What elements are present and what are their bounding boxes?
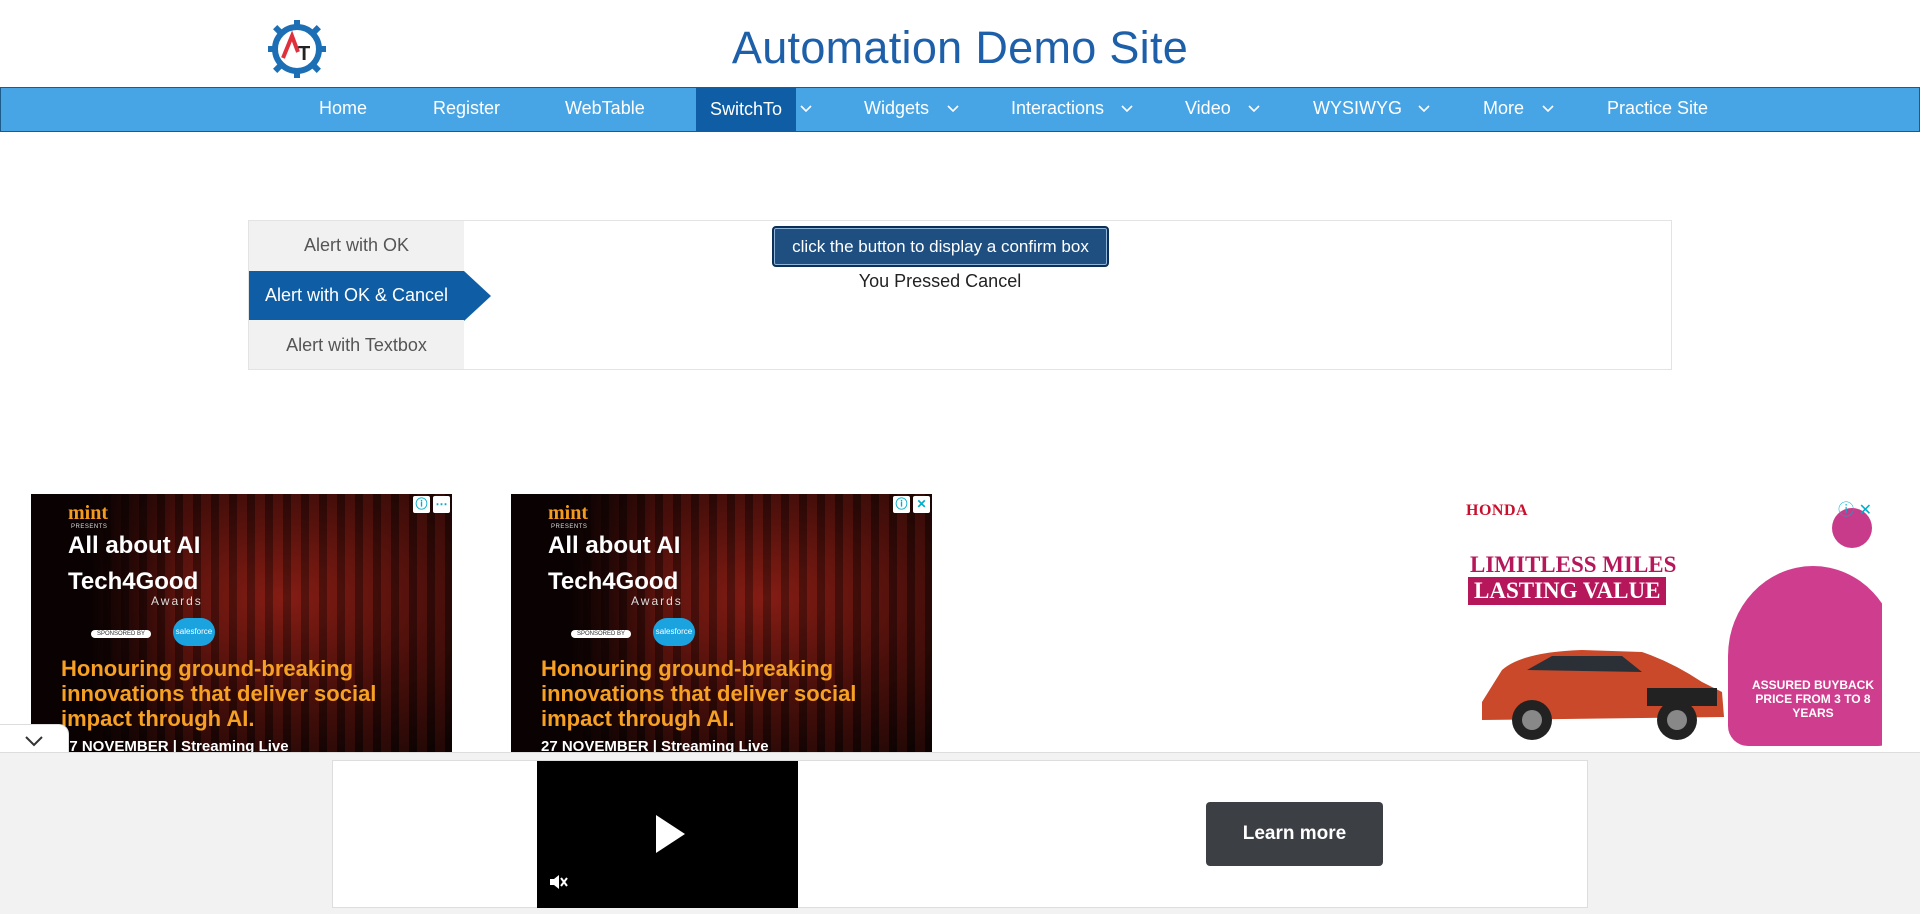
- ad-close-icon[interactable]: ⓘ ✕: [1838, 496, 1872, 520]
- honda-logo: HONDA: [1466, 502, 1529, 519]
- ad-sponsored: SPONSORED BY: [91, 630, 152, 638]
- nav-home[interactable]: Home: [305, 87, 381, 130]
- mint-presents: PRESENTS: [71, 524, 108, 530]
- muted-speaker-icon[interactable]: [548, 872, 568, 892]
- honda-line1: LIMITLESS MILES: [1470, 552, 1677, 578]
- mint-logo: mint: [68, 502, 108, 524]
- mint-ad-2[interactable]: mint PRESENTS All about AI Tech4Good Awa…: [511, 494, 932, 754]
- nav-interactions[interactable]: Interactions: [997, 87, 1118, 130]
- switchto-chevron-down-icon[interactable]: [799, 102, 813, 116]
- confirm-box-button[interactable]: click the button to display a confirm bo…: [772, 226, 1109, 267]
- ad-awards: Awards: [631, 594, 683, 608]
- ad-line1: All about AI: [68, 532, 201, 559]
- learn-more-button[interactable]: Learn more: [1206, 802, 1383, 866]
- ad-line2: Tech4Good: [548, 568, 679, 595]
- nav-more[interactable]: More: [1469, 87, 1538, 130]
- tab-alert-textbox[interactable]: Alert with Textbox: [249, 321, 464, 370]
- nav-register[interactable]: Register: [419, 87, 514, 130]
- car-image-icon: [1482, 650, 1724, 740]
- nav-practice-site[interactable]: Practice Site: [1593, 87, 1722, 130]
- wysiwyg-chevron-down-icon[interactable]: [1417, 102, 1431, 116]
- nav-webtable[interactable]: WebTable: [551, 87, 659, 130]
- ad-menu-icon[interactable]: ⋯: [433, 496, 450, 513]
- buyback-text: ASSURED BUYBACK PRICE FROM 3 TO 8 YEARS: [1751, 678, 1874, 720]
- nav-video[interactable]: Video: [1171, 87, 1245, 130]
- ad-close-icon[interactable]: ✕: [913, 496, 930, 513]
- interactions-chevron-down-icon[interactable]: [1120, 102, 1134, 116]
- nav-switchto[interactable]: SwitchTo: [696, 88, 796, 131]
- ad-headline: Honouring ground-breaking innovations th…: [61, 656, 377, 731]
- mint-logo: mint: [548, 502, 588, 524]
- play-icon[interactable]: [656, 815, 685, 853]
- honda-line2: LASTING VALUE: [1468, 577, 1667, 605]
- nav-widgets[interactable]: Widgets: [850, 87, 943, 130]
- ad-line2: Tech4Good: [68, 568, 199, 595]
- active-tab-arrow: [464, 271, 491, 321]
- mint-presents: PRESENTS: [551, 524, 588, 530]
- nav-wysiwyg[interactable]: WYSIWYG: [1299, 87, 1416, 130]
- ad-line1: All about AI: [548, 532, 681, 559]
- tab-alert-ok[interactable]: Alert with OK: [249, 221, 464, 270]
- confirm-result-text: You Pressed Cancel: [858, 271, 1022, 291]
- honda-ad[interactable]: HONDA ⓘ ✕ LIMITLESS MILES LASTING VALUE …: [1462, 494, 1882, 754]
- more-chevron-down-icon[interactable]: [1541, 102, 1555, 116]
- adchoices-info-icon[interactable]: ⓘ: [893, 496, 910, 513]
- mint-ad-1[interactable]: mint PRESENTS All about AI Tech4Good Awa…: [31, 494, 452, 754]
- salesforce-logo: salesforce: [653, 618, 695, 646]
- tab-alert-ok-cancel[interactable]: Alert with OK & Cancel: [249, 271, 464, 320]
- video-chevron-down-icon[interactable]: [1247, 102, 1261, 116]
- chevron-down-icon: [25, 736, 43, 747]
- adchoices-info-icon[interactable]: ⓘ: [413, 496, 430, 513]
- ad-awards: Awards: [151, 594, 203, 608]
- bottom-ad[interactable]: [332, 760, 1588, 908]
- page-title: Automation Demo Site: [731, 22, 1189, 73]
- ad-headline: Honouring ground-breaking innovations th…: [541, 656, 857, 731]
- ad-sponsored: SPONSORED BY: [571, 630, 632, 638]
- salesforce-logo: salesforce: [173, 618, 215, 646]
- widgets-chevron-down-icon[interactable]: [946, 102, 960, 116]
